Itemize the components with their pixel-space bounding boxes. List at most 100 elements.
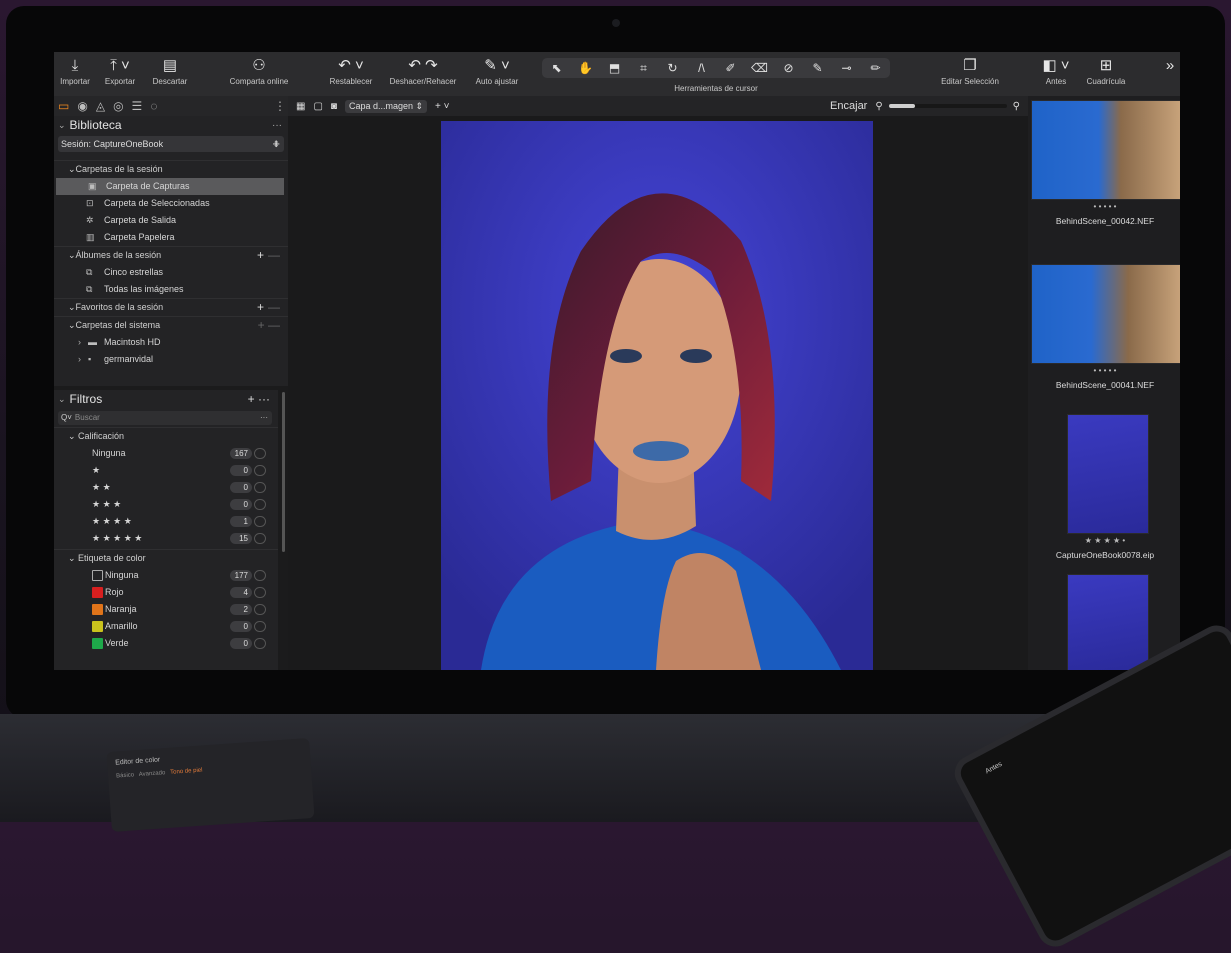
- rating-row[interactable]: ★ ★ ★ ★ ★ 15: [54, 530, 278, 547]
- search-options-icon[interactable]: ···: [260, 411, 268, 425]
- fit-label[interactable]: Encajar: [830, 100, 867, 112]
- filter-toggle[interactable]: [254, 465, 266, 476]
- filter-toggle[interactable]: [254, 621, 266, 632]
- library-menu-icon[interactable]: ···: [272, 120, 282, 131]
- filter-toggle[interactable]: [254, 482, 266, 493]
- select-cursor-icon[interactable]: ⬉: [547, 61, 567, 75]
- annotate-cursor-icon[interactable]: ✏: [866, 61, 886, 75]
- filter-toggle[interactable]: [254, 516, 266, 527]
- filters-actions[interactable]: + ···: [248, 392, 270, 406]
- edit-selection-button[interactable]: ❐ Editar Selección: [932, 55, 1008, 87]
- color-row[interactable]: Rojo 4: [54, 584, 278, 601]
- import-button[interactable]: ⤓ Importar: [56, 55, 94, 87]
- folder-selects[interactable]: ⊡ Carpeta de Seleccionadas: [54, 195, 288, 212]
- album-all-images[interactable]: ⧉ Todas las imágenes: [54, 281, 288, 298]
- thumbnail-filename: BehindScene_00041.NEF: [1055, 380, 1155, 390]
- color-row[interactable]: Amarillo 0: [54, 618, 278, 635]
- filter-toggle[interactable]: [254, 570, 266, 581]
- folder-trash[interactable]: ▥ Carpeta Papelera: [54, 229, 288, 246]
- single-view-icon[interactable]: ▢: [313, 101, 322, 112]
- thumbnail-rating[interactable]: • • • • •: [1030, 202, 1180, 211]
- thumbnail-rating[interactable]: • • • • •: [1030, 366, 1180, 375]
- session-select[interactable]: Sesión: CaptureOneBook ⇕: [58, 136, 284, 152]
- undo-redo-button[interactable]: ↶ ↷ Deshacer/Rehacer: [384, 55, 462, 87]
- gradient-cursor-icon[interactable]: ⊘: [779, 61, 799, 75]
- smart-album-icon: ⧉: [86, 267, 93, 277]
- thumbnail-rating[interactable]: ★ ★ ★ ★ •: [1030, 536, 1180, 545]
- auto-adjust-button[interactable]: ✎ ˅ Auto ajustar: [470, 55, 524, 87]
- session-albums-group[interactable]: ⌄Álbumes de la sesión + —: [54, 246, 288, 264]
- details-tab-icon[interactable]: ◌: [150, 99, 157, 113]
- more-tabs-icon[interactable]: ⋮: [274, 99, 286, 113]
- discard-button[interactable]: ▤ Descartar: [146, 55, 194, 87]
- color-row[interactable]: Verde 0: [54, 635, 278, 652]
- main-photo: [441, 121, 873, 670]
- rating-row[interactable]: Ninguna 167: [54, 445, 278, 462]
- system-folders-group[interactable]: ⌄Carpetas del sistema + —: [54, 316, 288, 334]
- rotate-cursor-icon[interactable]: ↻: [663, 61, 683, 75]
- image-viewer[interactable]: [288, 116, 1028, 670]
- adjustments-tab-icon[interactable]: ☰: [132, 99, 143, 113]
- filter-toggle[interactable]: [254, 448, 266, 459]
- library-tab-icon[interactable]: ▭: [58, 99, 69, 113]
- color-tab-icon[interactable]: ◎: [113, 99, 123, 113]
- zoom-slider[interactable]: [888, 104, 1007, 108]
- share-online-button[interactable]: ⚇ Comparta online: [222, 55, 296, 87]
- filter-toggle[interactable]: [254, 604, 266, 615]
- system-macintosh-hd[interactable]: › ▬ Macintosh HD: [54, 334, 288, 351]
- filters-scrollbar[interactable]: [282, 392, 285, 552]
- folder-captures[interactable]: ▣ Carpeta de Capturas: [56, 178, 284, 195]
- session-favorites-group[interactable]: ⌄Favoritos de la sesión + —: [54, 298, 288, 316]
- rating-row[interactable]: ★ ★ ★ ★ 1: [54, 513, 278, 530]
- filter-toggle[interactable]: [254, 533, 266, 544]
- pan-cursor-icon[interactable]: ✋: [576, 61, 596, 75]
- add-album-button[interactable]: + —: [257, 247, 280, 264]
- brush-cursor-icon[interactable]: ✐: [721, 61, 741, 75]
- lens-tab-icon[interactable]: ◬: [96, 99, 105, 113]
- cursor-tools-group: ⬉ ✋ ⬒ ⌗ ↻ /\ ✐ ⌫ ⊘ ✎ ⊸ ✏: [542, 58, 890, 78]
- picker-cursor-icon[interactable]: ⊸: [837, 61, 857, 75]
- add-layer-icon[interactable]: + ˅: [435, 101, 449, 112]
- rating-group[interactable]: ⌄ Calificación: [54, 427, 278, 445]
- session-folders-group[interactable]: ⌄Carpetas de la sesión: [54, 160, 288, 178]
- export-button[interactable]: ⤒ ˅ Exportar: [98, 55, 142, 87]
- filters-header[interactable]: ⌄ Filtros + ···: [54, 390, 278, 408]
- filters-search-input[interactable]: Q˅ Buscar ···: [58, 411, 272, 425]
- capture-tab-icon[interactable]: ◉: [77, 99, 87, 113]
- heal-cursor-icon[interactable]: ✎: [808, 61, 828, 75]
- proof-view-icon[interactable]: ◙: [331, 101, 337, 112]
- color-tag-group[interactable]: ⌄ Etiqueta de color: [54, 549, 278, 567]
- keystone-cursor-icon[interactable]: /\: [692, 61, 712, 75]
- browser-item[interactable]: • • • • • BehindScene_00041.NEF: [1030, 264, 1180, 414]
- eraser-cursor-icon[interactable]: ⌫: [750, 61, 770, 75]
- grid-button[interactable]: ⊞ Cuadrícula: [1082, 55, 1130, 87]
- browser-item[interactable]: ★ ★ ★ ★ • CaptureOneBook0078.eip: [1030, 414, 1180, 564]
- color-row[interactable]: Naranja 2: [54, 601, 278, 618]
- filter-toggle[interactable]: [254, 638, 266, 649]
- folder-output[interactable]: ✲ Carpeta de Salida: [54, 212, 288, 229]
- add-favorite-button[interactable]: + —: [257, 299, 280, 316]
- gear-icon: ✲: [86, 215, 94, 225]
- rating-row[interactable]: ★ ★ ★ 0: [54, 496, 278, 513]
- toolbar-overflow-button[interactable]: »: [1162, 55, 1178, 77]
- hard-drive-icon: ▬: [88, 337, 97, 347]
- zoom-out-icon[interactable]: ⚲: [875, 101, 882, 112]
- reset-button[interactable]: ↶ ˅ Restablecer: [322, 55, 380, 87]
- color-row[interactable]: Ninguna 177: [54, 567, 278, 584]
- library-header[interactable]: ⌄ Biblioteca ···: [54, 116, 288, 134]
- before-button[interactable]: ◧ ˅ Antes: [1036, 55, 1076, 87]
- browser-item[interactable]: • • • • • BehindScene_00042.NEF: [1030, 100, 1180, 250]
- rating-row[interactable]: ★ 0: [54, 462, 278, 479]
- image-browser: • • • • • BehindScene_00042.NEF • • • • …: [1028, 96, 1180, 670]
- filter-toggle[interactable]: [254, 499, 266, 510]
- zoom-in-icon[interactable]: ⚲: [1013, 101, 1020, 112]
- loupe-cursor-icon[interactable]: ⬒: [605, 61, 625, 75]
- add-session-button[interactable]: +: [272, 136, 280, 151]
- system-user-folder[interactable]: › ▪ germanvidal: [54, 351, 288, 368]
- layer-select[interactable]: Capa d...magen ⇕: [344, 99, 428, 113]
- filter-toggle[interactable]: [254, 587, 266, 598]
- rating-row[interactable]: ★ ★ 0: [54, 479, 278, 496]
- grid-view-icon[interactable]: ▦: [296, 101, 305, 112]
- album-five-stars[interactable]: ⧉ Cinco estrellas: [54, 264, 288, 281]
- crop-cursor-icon[interactable]: ⌗: [634, 61, 654, 76]
